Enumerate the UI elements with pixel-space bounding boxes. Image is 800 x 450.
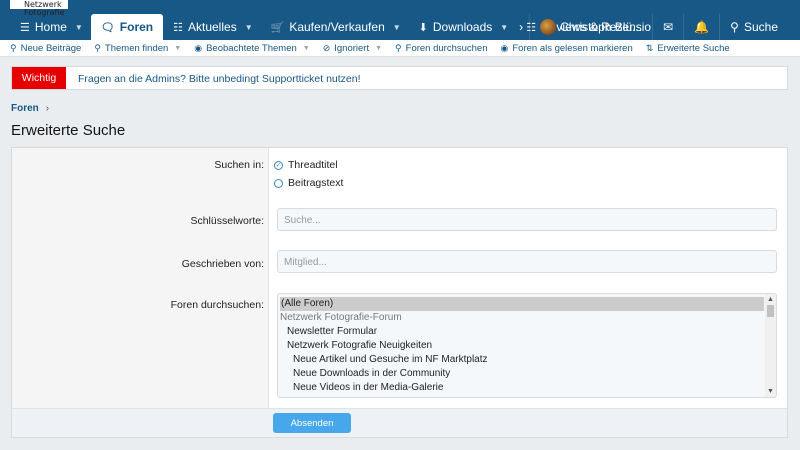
- nav-scroll-right[interactable]: ›: [513, 14, 529, 40]
- author-input[interactable]: Mitglied...: [277, 250, 777, 273]
- forum-icon: 🗨: [100, 21, 115, 34]
- subnav-label: Foren als gelesen markieren: [512, 42, 633, 54]
- search-button[interactable]: ⚲ Suche: [719, 14, 800, 40]
- cart-icon: 🛒: [270, 21, 285, 34]
- chevron-down-icon[interactable]: ▼: [375, 45, 382, 52]
- chevron-down-icon[interactable]: ▼: [245, 23, 253, 32]
- chevron-right-icon: ›: [45, 103, 50, 114]
- subnav-label: Erweiterte Suche: [657, 42, 730, 54]
- search-icon: ⚲: [395, 42, 402, 53]
- radio-post-text[interactable]: Beitragstext: [274, 177, 343, 189]
- forum-option: Netzwerk Fotografie-Forum: [280, 312, 402, 323]
- forum-option[interactable]: Neue Downloads in der Community: [293, 367, 450, 381]
- subnav-label: Foren durchsuchen: [405, 42, 488, 54]
- search-icon: ⚲: [10, 42, 17, 53]
- notice-banner: Wichtig Fragen an die Admins? Bitte unbe…: [11, 66, 788, 90]
- form-footer: Absenden: [12, 408, 787, 437]
- user-name: Christoph Blü...: [560, 20, 643, 34]
- search-form-panel: Suchen in: ✓ Threadtitel Beitragstext Sc…: [11, 147, 788, 438]
- keywords-input[interactable]: Suche...: [277, 208, 777, 231]
- listbox-scrollbar[interactable]: ▲ ▼: [765, 294, 776, 397]
- top-navigation-bar: Netzwerk Fotografie ☰ Home ▼ 🗨 Foren ☷ A…: [0, 0, 800, 40]
- site-logo[interactable]: Netzwerk Fotografie: [10, 0, 68, 17]
- nav-item-marketplace[interactable]: 🛒 Kaufen/Verkaufen ▼: [261, 14, 409, 40]
- inbox-button[interactable]: ✉: [652, 14, 683, 40]
- radio-label: Beitragstext: [288, 177, 344, 189]
- radio-unchecked-icon[interactable]: [274, 178, 283, 188]
- eye-slash-icon: ◉: [500, 42, 509, 53]
- nav-label-news: Aktuelles: [188, 20, 237, 34]
- forum-option[interactable]: Neue Videos in der Media-Galerie: [293, 381, 443, 395]
- submit-button[interactable]: Absenden: [273, 413, 351, 433]
- chevron-down-icon[interactable]: ▼: [393, 23, 401, 32]
- chevron-down-icon[interactable]: ▼: [500, 23, 508, 32]
- subnav-label: Neue Beiträge: [20, 42, 82, 54]
- chevron-down-icon[interactable]: ▼: [174, 45, 181, 52]
- subnav-label: Beobachtete Themen: [206, 42, 297, 54]
- breadcrumb-forums[interactable]: Foren: [11, 103, 39, 114]
- radio-label: Threadtitel: [288, 159, 338, 171]
- notice-badge: Wichtig: [12, 67, 66, 89]
- radio-checked-icon[interactable]: ✓: [274, 160, 283, 170]
- sub-navigation: ⚲ Neue Beiträge ⚲ Themen finden ▼ ◉ Beob…: [0, 40, 800, 57]
- subnav-mark-read[interactable]: ◉ Foren als gelesen markieren: [501, 43, 633, 54]
- search-icon: ⚲: [94, 42, 101, 53]
- eye-icon: ◉: [194, 42, 203, 53]
- chevron-down-icon[interactable]: ▼: [75, 23, 83, 32]
- search-icon: ⚲: [730, 20, 739, 34]
- notice-link[interactable]: Fragen an die Admins? Bitte unbedingt Su…: [78, 73, 361, 85]
- chevron-down-icon[interactable]: ▼: [303, 45, 310, 52]
- nav-label-home: Home: [34, 20, 67, 34]
- home-icon: ☰: [20, 21, 30, 34]
- subnav-new-posts[interactable]: ⚲ Neue Beiträge: [10, 43, 81, 54]
- news-icon: ☷: [173, 21, 183, 34]
- search-in-label: Suchen in:: [214, 159, 264, 171]
- nav-item-forums[interactable]: 🗨 Foren: [90, 14, 164, 40]
- subnav-find-threads[interactable]: ⚲ Themen finden ▼: [94, 43, 181, 54]
- page-title: Erweiterte Suche: [11, 122, 126, 139]
- forum-option[interactable]: Netzwerk Fotografie Neuigkeiten: [287, 339, 432, 353]
- nav-item-downloads[interactable]: ⬇ Downloads ▼: [409, 14, 517, 40]
- envelope-icon: ✉: [663, 20, 674, 34]
- nav-label-forums: Foren: [119, 20, 154, 34]
- chevron-right-icon: ›: [519, 20, 524, 34]
- subnav-watched-threads[interactable]: ◉ Beobachtete Themen ▼: [194, 43, 309, 54]
- scroll-up-icon[interactable]: ▲: [767, 296, 774, 303]
- search-label: Suche: [743, 20, 778, 34]
- avatar: [540, 19, 557, 35]
- author-label: Geschrieben von:: [181, 258, 264, 270]
- nav-label-downloads: Downloads: [432, 20, 493, 34]
- forum-option[interactable]: Newsletter Formular: [287, 325, 377, 339]
- user-menu[interactable]: Christoph Blü...: [529, 14, 652, 40]
- nav-item-news[interactable]: ☷ Aktuelles ▼: [163, 14, 261, 40]
- radio-thread-title[interactable]: ✓ Threadtitel: [274, 159, 338, 171]
- nav-label-marketplace: Kaufen/Verkaufen: [289, 20, 385, 34]
- alerts-button[interactable]: 🔔: [683, 14, 719, 40]
- keywords-label: Schlüsselworte:: [190, 215, 264, 227]
- user-nav: › Christoph Blü... ✉ 🔔 ⚲ Suche: [513, 14, 800, 40]
- subnav-ignored[interactable]: ⊘ Ignoriert ▼: [323, 43, 382, 54]
- subnav-advanced-search[interactable]: ⇅ Erweiterte Suche: [646, 43, 730, 54]
- ignore-icon: ⊘: [322, 42, 331, 53]
- download-icon: ⬇: [418, 21, 428, 34]
- subnav-search-forums[interactable]: ⚲ Foren durchsuchen: [395, 43, 487, 54]
- subnav-label: Ignoriert: [334, 42, 370, 54]
- forums-listbox[interactable]: (Alle Foren) Netzwerk Fotografie-Forum N…: [277, 293, 777, 398]
- bell-icon: 🔔: [694, 20, 710, 34]
- nav-item-home[interactable]: ☰ Home ▼: [0, 14, 91, 40]
- scroll-down-icon[interactable]: ▼: [767, 388, 774, 395]
- breadcrumb: Foren ›: [11, 103, 49, 114]
- subnav-label: Themen finden: [104, 42, 169, 54]
- forums-label: Foren durchsuchen:: [170, 299, 264, 311]
- forum-option[interactable]: (Alle Foren): [280, 297, 764, 311]
- form-label-column: [12, 148, 269, 408]
- sort-icon: ⇅: [645, 42, 654, 53]
- scrollbar-thumb[interactable]: [767, 305, 774, 317]
- forum-option[interactable]: Neue Artikel und Gesuche im NF Marktplat…: [293, 353, 488, 367]
